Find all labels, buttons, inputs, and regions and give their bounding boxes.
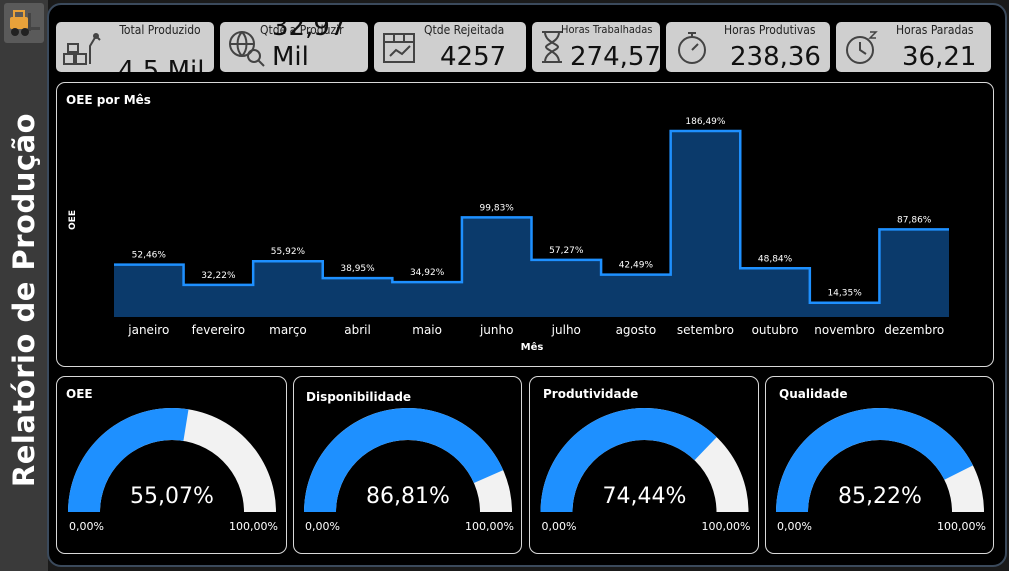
kpi-value: 4,5 Mil (118, 56, 205, 72)
data-label: 32,22% (201, 271, 236, 281)
x-tick-label: março (269, 323, 307, 337)
x-tick-label: novembro (814, 323, 875, 337)
kpi-label: Horas Trabalhadas (561, 23, 653, 36)
data-label: 34,92% (410, 268, 445, 278)
kpi-value: 4257 (440, 42, 507, 72)
x-tick-label: junho (479, 323, 514, 337)
gauge-panel-produtividade: Produtividade 74,44% 0,00% 100,00% (529, 376, 759, 554)
gauge-max-label: 100,00% (702, 520, 751, 533)
data-label: 38,95% (340, 264, 375, 274)
gauge-min-label: 0,00% (69, 520, 104, 533)
x-tick-label: outubro (752, 323, 799, 337)
gauge-disponibilidade: 86,81% 0,00% 100,00% (304, 408, 514, 533)
kpi-label: Qtde Rejeitada (424, 23, 505, 37)
gauge-produtividade: 74,44% 0,00% 100,00% (540, 408, 751, 533)
gauge-qualidade: 85,22% 0,00% 100,00% (776, 408, 986, 533)
data-label: 14,35% (827, 289, 862, 299)
gauge-max-label: 100,00% (465, 520, 514, 533)
x-tick-label: agosto (616, 323, 657, 337)
data-label: 48,84% (758, 254, 793, 264)
forklift-logo-icon (4, 3, 44, 43)
x-tick-label: julho (551, 323, 581, 337)
kpi-value: 238,36 (730, 42, 821, 72)
gauge-value: 74,44% (603, 484, 687, 509)
kpi-label: Horas Produtivas (724, 23, 816, 37)
sleeping-clock-icon (840, 26, 884, 68)
report-title: Relatório de Produção (7, 112, 41, 488)
kpi-hours-stopped: Horas Paradas 36,21 (836, 22, 991, 72)
kpi-qty-to-produce: Qtde a Produzir 32,97 Mil (220, 22, 368, 72)
gauge-value: 55,07% (130, 484, 214, 509)
kpi-total-produced: Total Produzido 4,5 Mil (56, 22, 214, 72)
gauge-value: 85,22% (838, 484, 922, 509)
kpi-value: 274,57 (570, 42, 660, 72)
x-tick-label: maio (412, 323, 442, 337)
x-tick-label: dezembro (884, 323, 944, 337)
kpi-hours-worked: Horas Trabalhadas 274,57 (532, 22, 660, 72)
kpi-value: 36,21 (902, 42, 977, 72)
data-label: 87,86% (897, 215, 932, 225)
gauge-min-label: 0,00% (777, 520, 812, 533)
rejected-box-icon (378, 26, 422, 68)
x-tick-label: setembro (677, 323, 734, 337)
data-label: 55,92% (271, 247, 306, 257)
gauge-panel-disponibilidade: Disponibilidade 86,81% 0,00% 100,00% (293, 376, 522, 554)
gauge-panel-qualidade: Qualidade 85,22% 0,00% 100,00% (765, 376, 994, 554)
data-label: 42,49% (619, 261, 654, 271)
x-tick-label: fevereiro (192, 323, 246, 337)
oee-by-month-panel: OEE por Mês 52,46% janeiro 32,22% fevereiro… (56, 82, 994, 367)
gauge-min-label: 0,00% (542, 520, 577, 533)
gauge-max-label: 100,00% (937, 520, 986, 533)
gauge-oee: 55,07% 0,00% 100,00% (68, 408, 278, 533)
data-label: 99,83% (480, 203, 515, 213)
kpi-qty-rejected: Qtde Rejeitada 4257 (374, 22, 526, 72)
stopwatch-icon (670, 26, 714, 68)
x-tick-label: janeiro (127, 323, 169, 337)
gauge-panel-oee: OEE 55,07% 0,00% 100,00% (56, 376, 287, 554)
data-label: 57,27% (549, 246, 584, 256)
kpi-label: Total Produzido (119, 23, 201, 37)
y-axis-label: OEE (68, 210, 78, 230)
kpi-value: 32,97 Mil (272, 22, 347, 72)
data-label: 52,46% (132, 251, 167, 261)
gauge-max-label: 100,00% (229, 520, 278, 533)
x-axis-label: Mês (521, 341, 544, 353)
sidebar: Relatório de Produção (0, 0, 48, 571)
gauge-value: 86,81% (366, 484, 450, 509)
x-tick-label: abril (344, 323, 371, 337)
kpi-label: Horas Paradas (896, 23, 974, 37)
kpi-hours-productive: Horas Produtivas 238,36 (666, 22, 830, 72)
data-label: 186,49% (685, 117, 725, 127)
factory-robot-icon (60, 26, 104, 68)
gauge-min-label: 0,00% (305, 520, 340, 533)
oee-chart: 52,46% janeiro 32,22% fevereiro 55,92% março 3… (68, 117, 949, 353)
